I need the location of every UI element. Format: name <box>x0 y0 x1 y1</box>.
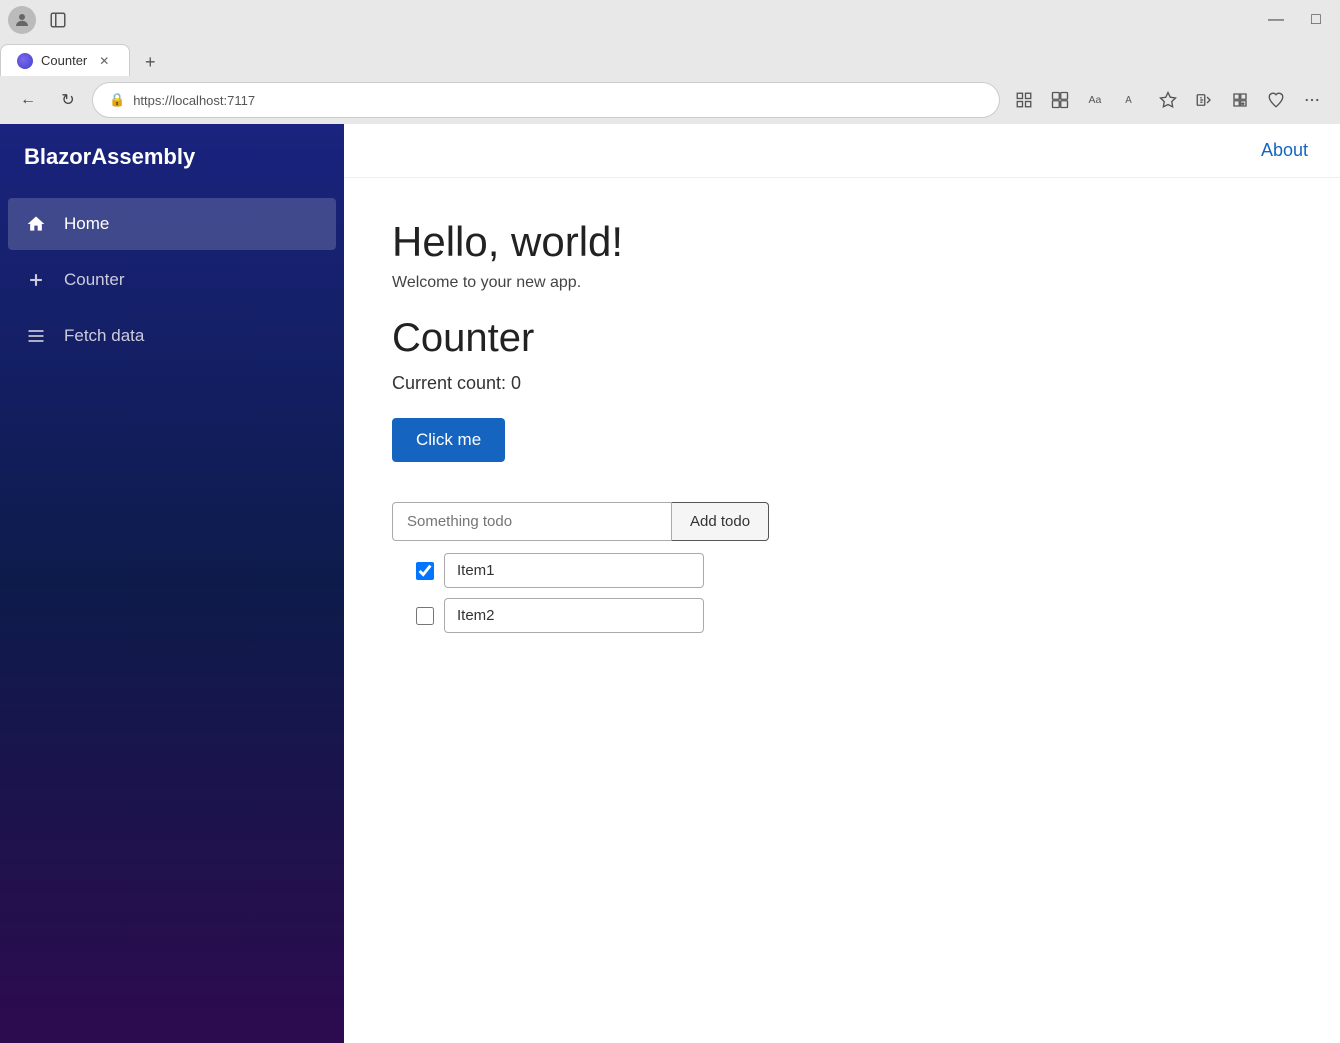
read-aloud-icon[interactable] <box>1188 84 1220 116</box>
back-button[interactable]: ← <box>12 84 44 116</box>
address-bar: ← ↻ 🔒 https://localhost:7117 Aa A <box>0 76 1340 124</box>
address-input-wrapper[interactable]: 🔒 https://localhost:7117 <box>92 82 1000 118</box>
add-todo-button[interactable]: Add todo <box>672 502 769 541</box>
sidebar-brand: BlazorAssembly <box>24 144 320 170</box>
title-bar-left <box>8 6 72 34</box>
more-options-icon[interactable] <box>1296 84 1328 116</box>
grid-view-icon[interactable] <box>1008 84 1040 116</box>
click-me-button[interactable]: Click me <box>392 418 505 462</box>
lock-icon: 🔒 <box>109 92 125 108</box>
sidebar-item-counter-label: Counter <box>64 270 124 290</box>
minimize-button[interactable]: — <box>1260 4 1292 36</box>
hello-title: Hello, world! <box>392 218 1292 266</box>
sidebar-nav: Home Counter Fetch data <box>0 190 344 370</box>
new-tab-button[interactable]: + <box>134 48 166 76</box>
top-bar: About <box>344 124 1340 178</box>
heart-icon[interactable] <box>1260 84 1292 116</box>
app-layout: BlazorAssembly Home Counter Fetch data <box>0 124 1340 1043</box>
tab-view-icon[interactable] <box>1044 84 1076 116</box>
main-content: About Hello, world! Welcome to your new … <box>344 124 1340 1043</box>
sidebar: BlazorAssembly Home Counter Fetch data <box>0 124 344 1043</box>
todo-section: Add todo <box>392 502 1292 633</box>
address-url[interactable]: https://localhost:7117 <box>133 93 255 108</box>
counter-title: Counter <box>392 316 1292 361</box>
sidebar-item-fetchdata-label: Fetch data <box>64 326 144 346</box>
sidebar-toggle-icon[interactable] <box>44 6 72 34</box>
todo-item-2 <box>416 598 1292 633</box>
favorites-icon[interactable] <box>1152 84 1184 116</box>
todo-checkbox-1[interactable] <box>416 562 434 580</box>
todo-item-1 <box>416 553 1292 588</box>
plus-icon <box>24 268 48 292</box>
svg-text:A: A <box>1125 95 1132 106</box>
sidebar-item-fetchdata[interactable]: Fetch data <box>0 310 344 362</box>
welcome-text: Welcome to your new app. <box>392 274 1292 292</box>
tab-bar: Counter ✕ + <box>0 40 1340 76</box>
collections-icon[interactable] <box>1224 84 1256 116</box>
title-bar: — □ <box>0 0 1340 40</box>
current-count: Current count: 0 <box>392 373 1292 394</box>
refresh-button[interactable]: ↻ <box>52 84 84 116</box>
tab-title: Counter <box>41 53 87 68</box>
home-icon <box>24 212 48 236</box>
content-area: Hello, world! Welcome to your new app. C… <box>344 178 1340 683</box>
list-icon <box>24 324 48 348</box>
sidebar-item-home-label: Home <box>64 214 109 234</box>
todo-checkbox-2[interactable] <box>416 607 434 625</box>
tab-close-button[interactable]: ✕ <box>95 52 113 70</box>
sidebar-item-counter[interactable]: Counter <box>0 254 344 306</box>
todo-input[interactable] <box>392 502 672 541</box>
active-tab[interactable]: Counter ✕ <box>0 44 130 76</box>
restore-button[interactable]: □ <box>1300 4 1332 36</box>
reader-mode-icon[interactable]: Aa <box>1080 84 1112 116</box>
sidebar-item-home[interactable]: Home <box>8 198 336 250</box>
svg-text:Aa: Aa <box>1089 94 1102 106</box>
profile-icon[interactable] <box>8 6 36 34</box>
todo-input-row: Add todo <box>392 502 1292 541</box>
sidebar-header: BlazorAssembly <box>0 124 344 190</box>
tab-favicon <box>17 53 33 69</box>
about-link[interactable]: About <box>1261 140 1308 161</box>
toolbar-icons: Aa A <box>1008 84 1328 116</box>
todo-text-2[interactable] <box>444 598 704 633</box>
todo-text-1[interactable] <box>444 553 704 588</box>
font-icon[interactable]: A <box>1116 84 1148 116</box>
todo-list <box>392 553 1292 633</box>
